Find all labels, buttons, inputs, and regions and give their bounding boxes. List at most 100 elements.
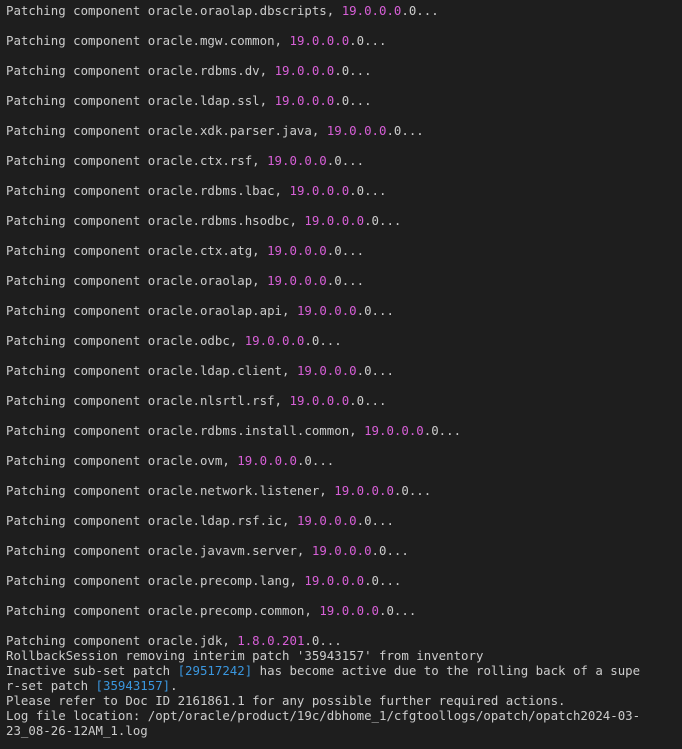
version-number: 19.0.0.0 (326, 123, 387, 138)
version-number: 19.0.0.0 (296, 303, 357, 318)
ellipsis-suffix: .0... (393, 483, 432, 498)
ellipsis-suffix: .0... (423, 423, 462, 438)
log-location-line: Log file location: /opt/oracle/product/1… (6, 708, 641, 723)
inactive-prefix: Inactive sub-set patch (6, 663, 178, 678)
component-text: Patching component oracle.rdbms.install.… (6, 423, 365, 438)
patching-line: Patching component oracle.oraolap.dbscri… (6, 3, 439, 18)
version-number: 19.0.0.0 (341, 3, 402, 18)
patching-line: Patching component oracle.ovm, 19.0.0.0.… (6, 453, 334, 468)
ellipsis-suffix: .0... (356, 303, 394, 318)
version-number: 19.0.0.0 (304, 573, 365, 588)
patching-line: Patching component oracle.rdbms.dv, 19.0… (6, 63, 372, 78)
ellipsis-suffix: .0... (356, 513, 394, 528)
patching-line: Patching component oracle.ldap.client, 1… (6, 363, 394, 378)
component-text: Patching component oracle.ctx.atg, (6, 243, 268, 258)
ellipsis-suffix: .0... (296, 453, 335, 468)
ellipsis-suffix: .0... (379, 603, 417, 618)
patching-line: Patching component oracle.precomp.lang, … (6, 573, 401, 588)
ellipsis-suffix: .0... (326, 153, 365, 168)
patching-line: Patching component oracle.ctx.atg, 19.0.… (6, 243, 364, 258)
component-text: Patching component oracle.ldap.client, (6, 363, 297, 378)
patch-id-35943157: [35943157] (95, 678, 171, 693)
superset-line: r-set patch [35943157]. (6, 678, 178, 693)
ellipsis-suffix: .0... (326, 273, 365, 288)
patching-line: Patching component oracle.mgw.common, 19… (6, 33, 386, 48)
component-text: Patching component oracle.oraolap.api, (6, 303, 297, 318)
component-text: Patching component oracle.ovm, (6, 453, 238, 468)
patching-line: Patching component oracle.ldap.ssl, 19.0… (6, 93, 372, 108)
ellipsis-suffix: .0... (364, 573, 402, 588)
component-text: Patching component oracle.ldap.ssl, (6, 93, 275, 108)
version-number: 19.0.0.0 (274, 63, 335, 78)
component-text: Patching component oracle.rdbms.lbac, (6, 183, 290, 198)
component-text: Patching component oracle.ldap.rsf.ic, (6, 513, 297, 528)
ellipsis-suffix: .0... (364, 213, 402, 228)
patching-line: Patching component oracle.javavm.server,… (6, 543, 409, 558)
version-number: 19.0.0.0 (319, 603, 379, 618)
version-number: 19.0.0.0 (289, 183, 350, 198)
component-text: Patching component oracle.odbc, (6, 333, 245, 348)
inactive-subset-line: Inactive sub-set patch [29517242] has be… (6, 663, 640, 678)
component-text: Patching component oracle.rdbms.hsodbc, (6, 213, 305, 228)
ellipsis-suffix: .0... (334, 93, 372, 108)
component-text: Patching component oracle.rdbms.dv, (6, 63, 275, 78)
component-text: Patching component oracle.ctx.rsf, (6, 153, 268, 168)
patching-line: Patching component oracle.xdk.parser.jav… (6, 123, 424, 138)
version-number: 1.8.0.201 (237, 633, 305, 648)
patching-line: Patching component oracle.network.listen… (6, 483, 431, 498)
ellipsis-suffix: .0... (304, 633, 342, 648)
ellipsis-suffix: .0... (401, 3, 439, 18)
superset-prefix: r-set patch (6, 678, 96, 693)
patching-line: Patching component oracle.nlsrtl.rsf, 19… (6, 393, 386, 408)
ellipsis-suffix: .0... (326, 243, 365, 258)
rollback-line: RollbackSession removing interim patch '… (6, 648, 484, 663)
version-number: 19.0.0.0 (289, 393, 350, 408)
component-text: Patching component oracle.xdk.parser.jav… (6, 123, 327, 138)
patching-line: Patching component oracle.rdbms.hsodbc, … (6, 213, 401, 228)
version-number: 19.0.0.0 (296, 513, 357, 528)
component-text: Patching component oracle.nlsrtl.rsf, (6, 393, 290, 408)
ellipsis-suffix: .0... (349, 393, 387, 408)
version-number: 19.0.0.0 (267, 153, 327, 168)
version-number: 19.0.0.0 (296, 363, 357, 378)
log-location-line-continued: 23_08-26-12AM_1.log (6, 723, 148, 738)
component-text: Patching component oracle.mgw.common, (6, 33, 290, 48)
version-number: 19.0.0.0 (274, 93, 335, 108)
ellipsis-suffix: .0... (386, 123, 424, 138)
ellipsis-suffix: .0... (304, 333, 342, 348)
version-number: 19.0.0.0 (237, 453, 297, 468)
superset-suffix: . (170, 678, 178, 693)
version-number: 19.0.0.0 (267, 243, 327, 258)
patching-line: Patching component oracle.ctx.rsf, 19.0.… (6, 153, 364, 168)
refer-doc-line: Please refer to Doc ID 2161861.1 for any… (6, 693, 566, 708)
patch-id-29517242: [29517242] (177, 663, 253, 678)
patching-line: Patching component oracle.rdbms.install.… (6, 423, 461, 438)
ellipsis-suffix: .0... (349, 33, 387, 48)
patching-line: Patching component oracle.rdbms.lbac, 19… (6, 183, 386, 198)
version-number: 19.0.0.0 (364, 423, 424, 438)
patching-line: Patching component oracle.ldap.rsf.ic, 1… (6, 513, 394, 528)
patching-line: Patching component oracle.oraolap, 19.0.… (6, 273, 364, 288)
ellipsis-suffix: .0... (349, 183, 387, 198)
component-text: Patching component oracle.network.listen… (6, 483, 335, 498)
version-number: 19.0.0.0 (334, 483, 394, 498)
version-number: 19.0.0.0 (289, 33, 350, 48)
component-text: Patching component oracle.oraolap.dbscri… (6, 3, 342, 18)
ellipsis-suffix: .0... (334, 63, 372, 78)
component-text: Patching component oracle.precomp.common… (6, 603, 320, 618)
patching-line: Patching component oracle.oraolap.api, 1… (6, 303, 394, 318)
ellipsis-suffix: .0... (371, 543, 409, 558)
component-text: Patching component oracle.javavm.server, (6, 543, 312, 558)
terminal-window[interactable]: Patching component oracle.oraolap.dbscri… (0, 0, 682, 749)
component-text: Patching component oracle.jdk, (6, 633, 238, 648)
patching-line: Patching component oracle.precomp.common… (6, 603, 416, 618)
patching-line: Patching component oracle.odbc, 19.0.0.0… (6, 333, 342, 348)
version-number: 19.0.0.0 (304, 213, 365, 228)
inactive-suffix: has become active due to the rolling bac… (252, 663, 641, 678)
version-number: 19.0.0.0 (311, 543, 372, 558)
patching-line: Patching component oracle.jdk, 1.8.0.201… (6, 633, 342, 648)
component-text: Patching component oracle.oraolap, (6, 273, 268, 288)
component-text: Patching component oracle.precomp.lang, (6, 573, 305, 588)
version-number: 19.0.0.0 (244, 333, 305, 348)
version-number: 19.0.0.0 (267, 273, 327, 288)
